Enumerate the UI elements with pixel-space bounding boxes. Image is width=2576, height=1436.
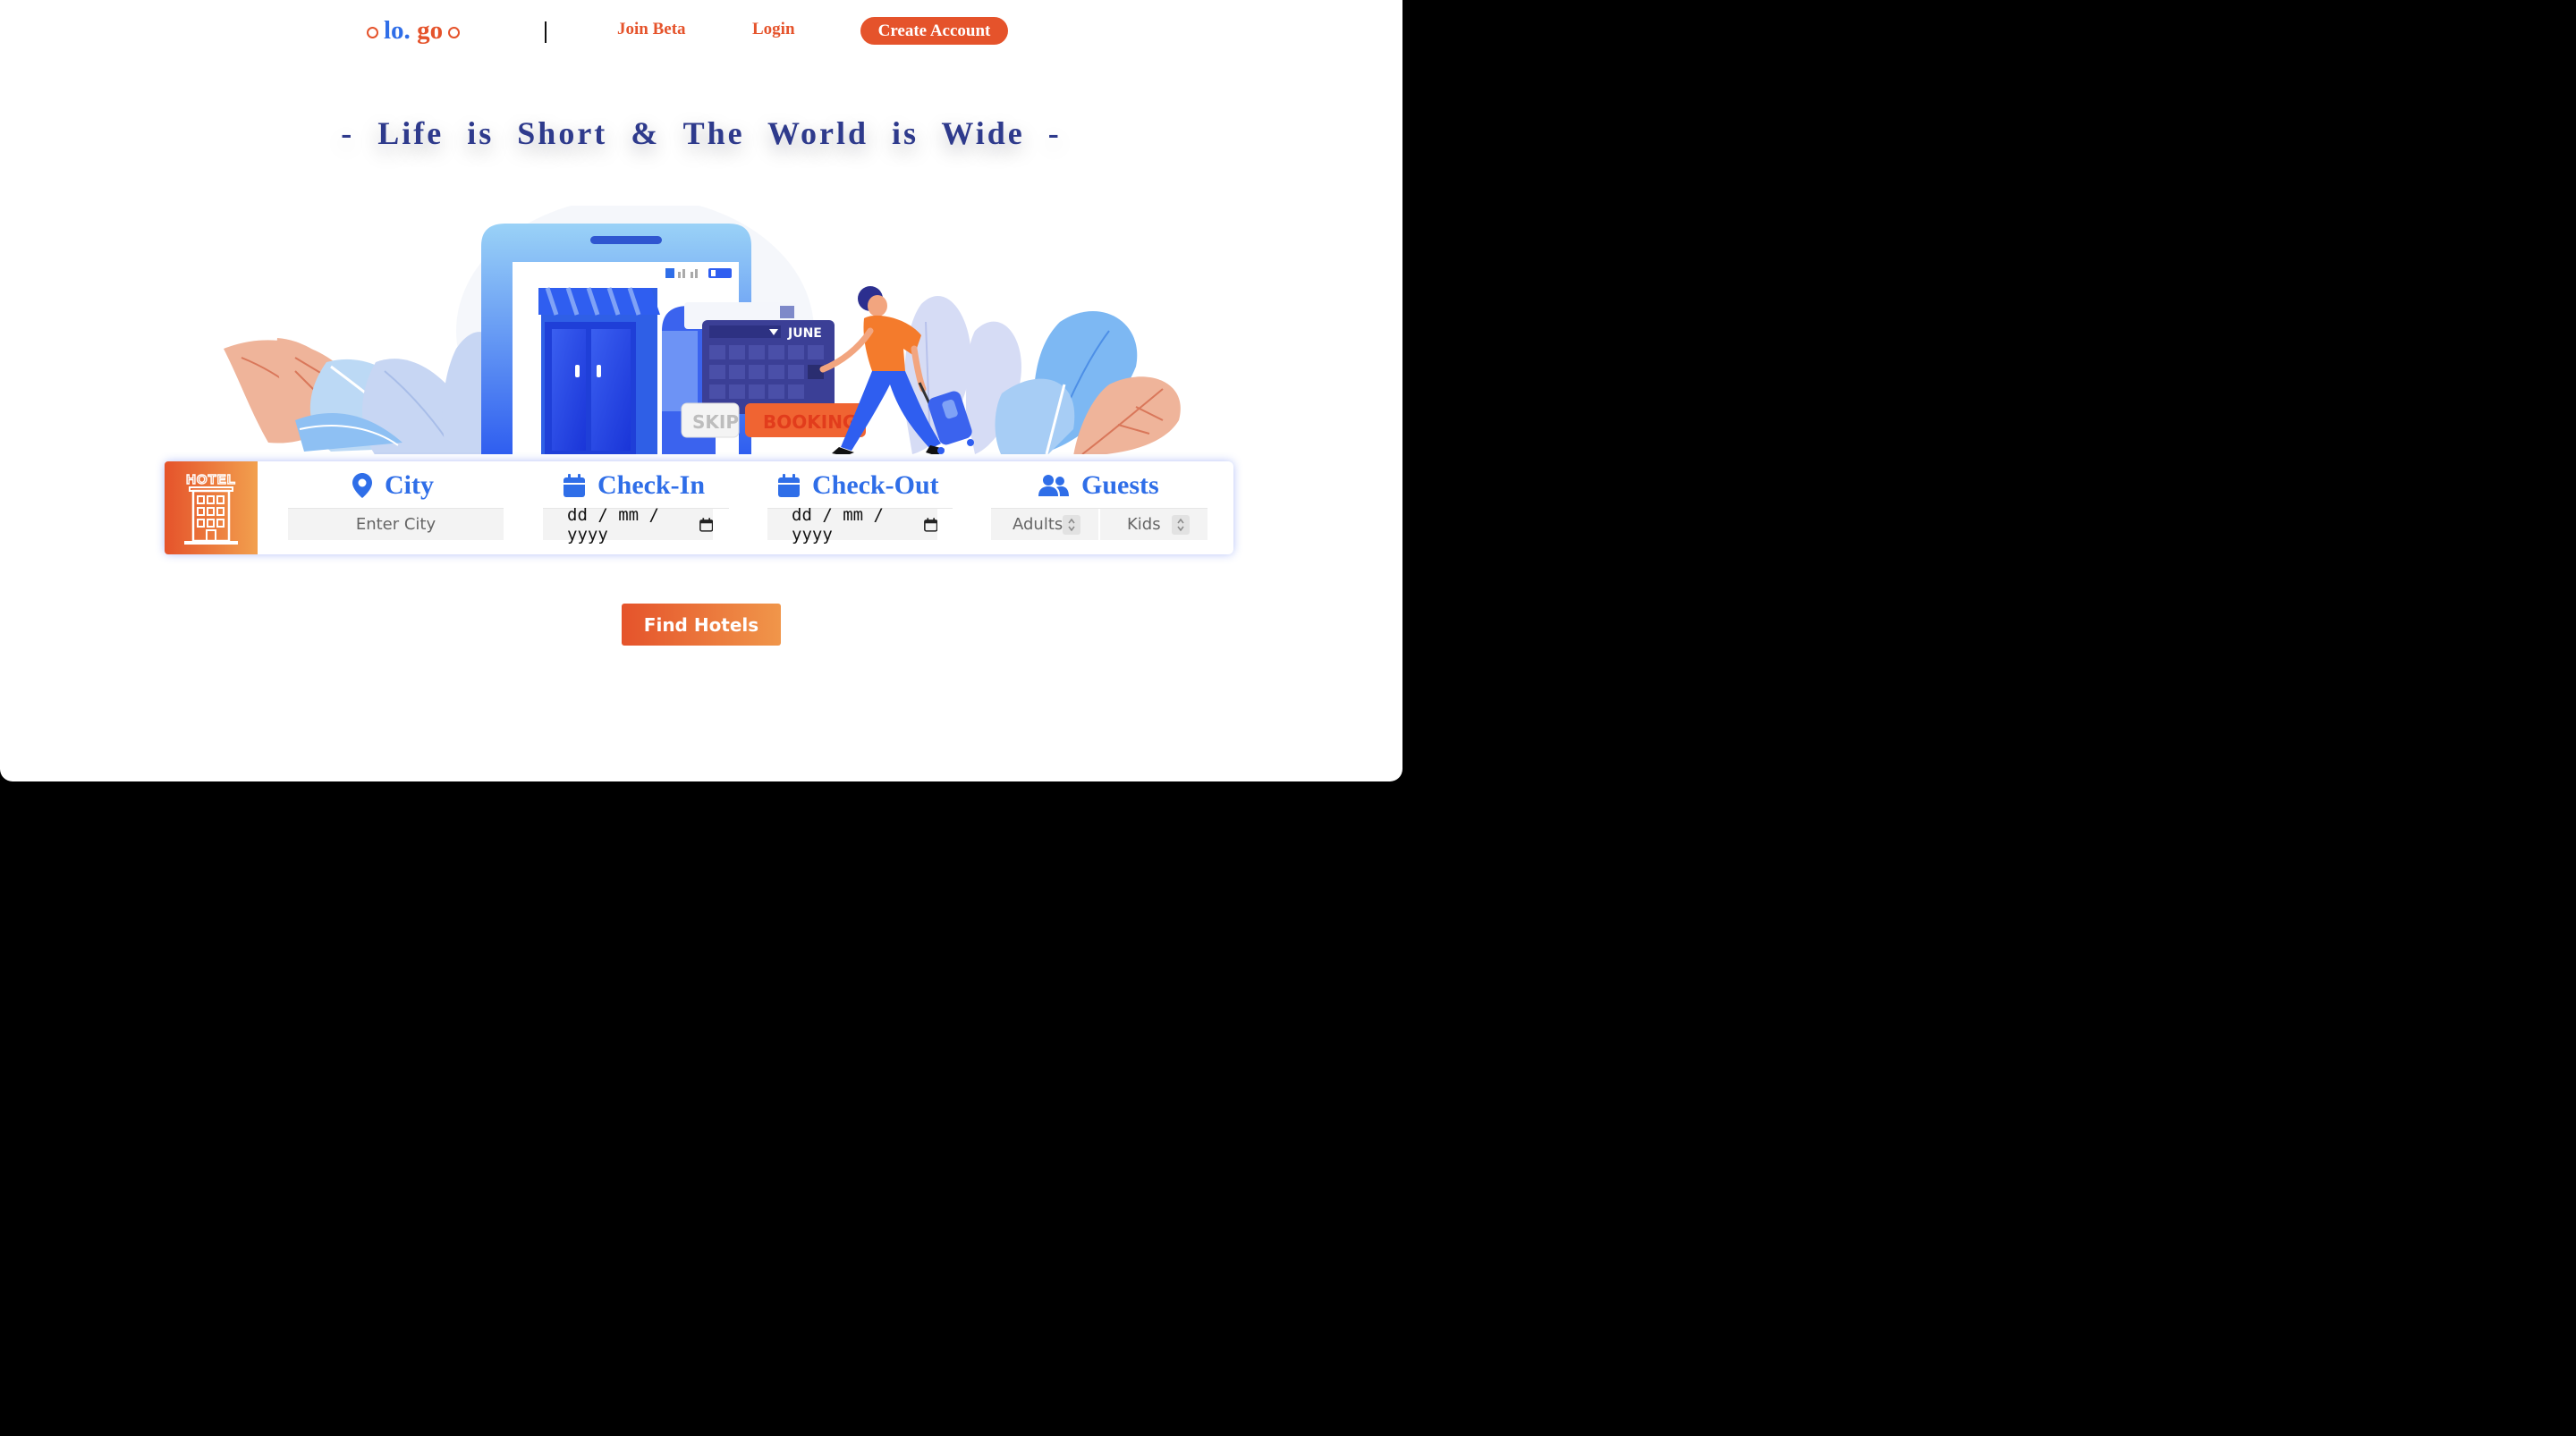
calendar-icon (564, 474, 585, 497)
city-label: City (385, 470, 434, 500)
logo-text-right: go (417, 16, 444, 45)
hero-illustration: JUNE SKIP BOOKING (215, 206, 1190, 456)
guests-field-header: Guests (1038, 470, 1159, 501)
logo-text-left: lo. (384, 16, 411, 45)
calendar-card: JUNE SKIP BOOKING (681, 302, 866, 438)
calendar-icon (778, 474, 800, 497)
page: lo. go Join Beta Login Create Account - … (0, 0, 1402, 781)
logo-ring-right (448, 26, 461, 38)
kids-placeholder: Kids (1127, 515, 1161, 534)
join-beta-link[interactable]: Join Beta (617, 20, 686, 39)
booking-text: BOOKING (763, 411, 857, 433)
calendar-picker-icon[interactable] (699, 517, 713, 533)
logo-ring-left (367, 26, 378, 38)
users-icon (1038, 475, 1069, 496)
login-link[interactable]: Login (752, 20, 795, 39)
city-input[interactable] (288, 509, 504, 540)
find-hotels-button[interactable]: Find Hotels (622, 604, 781, 646)
calendar-picker-icon[interactable] (923, 517, 937, 533)
guests-label: Guests (1081, 470, 1159, 500)
checkout-label: Check-Out (812, 470, 939, 500)
create-account-button[interactable]: Create Account (860, 17, 1008, 45)
checkin-date-input[interactable]: dd / mm / yyyy (543, 505, 713, 545)
checkin-field-header: Check-In (564, 470, 705, 501)
checkin-label: Check-In (597, 470, 706, 500)
checkout-field-header: Check-Out (778, 470, 939, 501)
svg-text:HOTEL: HOTEL (186, 472, 236, 487)
hotel-building-icon: HOTEL (165, 461, 258, 554)
left-leaves (224, 332, 501, 456)
checkout-date-input[interactable]: dd / mm / yyyy (767, 505, 937, 545)
calendar-month-text: JUNE (787, 326, 822, 341)
hero-tagline: - Life is Short & The World is Wide - (341, 115, 1062, 151)
checkout-date-value: dd / mm / yyyy (792, 504, 884, 545)
adults-stepper-icon[interactable] (1063, 514, 1081, 535)
city-field-header: City (352, 470, 434, 501)
kids-stepper-icon[interactable] (1171, 514, 1190, 535)
location-pin-icon (352, 473, 372, 498)
adults-placeholder: Adults (1013, 515, 1063, 534)
skip-text: SKIP (692, 411, 739, 433)
kids-input[interactable]: Kids (1100, 509, 1208, 540)
logo[interactable]: lo. go (361, 16, 465, 46)
adults-input[interactable]: Adults (991, 509, 1098, 540)
nav-divider (545, 21, 547, 43)
hotel-search-bar: HOTEL City Check-In (165, 461, 1233, 554)
checkin-date-value: dd / mm / yyyy (567, 504, 659, 545)
